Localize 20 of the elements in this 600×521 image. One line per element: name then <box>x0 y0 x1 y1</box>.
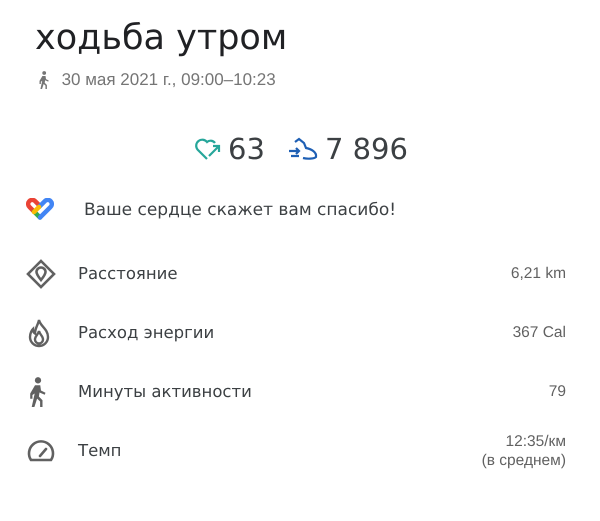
metric-label: Темп <box>78 441 122 460</box>
shoe-arrow-icon <box>286 136 319 162</box>
metric-value: 367 Cal <box>512 323 566 342</box>
heart-points-value: 63 <box>228 132 265 166</box>
activity-title: ходьба утром <box>35 17 288 60</box>
metric-value: 6,21 km <box>510 264 566 283</box>
metric-label: Расстояние <box>78 264 178 283</box>
metric-label: Минуты активности <box>78 382 253 401</box>
metric-value: 79 <box>548 382 566 401</box>
metric-value: 12:35/км (в среднем) <box>482 432 566 470</box>
metric-label: Расход энергии <box>78 323 216 342</box>
colored-heart-icon <box>26 198 54 222</box>
walking-person-icon <box>37 71 50 89</box>
speedometer-icon <box>26 438 56 462</box>
tip-text: Ваше сердце скажет вам спасибо! <box>84 200 396 220</box>
location-pin-icon <box>26 258 56 288</box>
flame-icon <box>26 318 52 348</box>
steps-value: 7 896 <box>324 132 408 166</box>
heart-arrow-icon <box>194 137 222 161</box>
date-time: 30 мая 2021 г., 09:00–10:23 <box>62 70 276 90</box>
